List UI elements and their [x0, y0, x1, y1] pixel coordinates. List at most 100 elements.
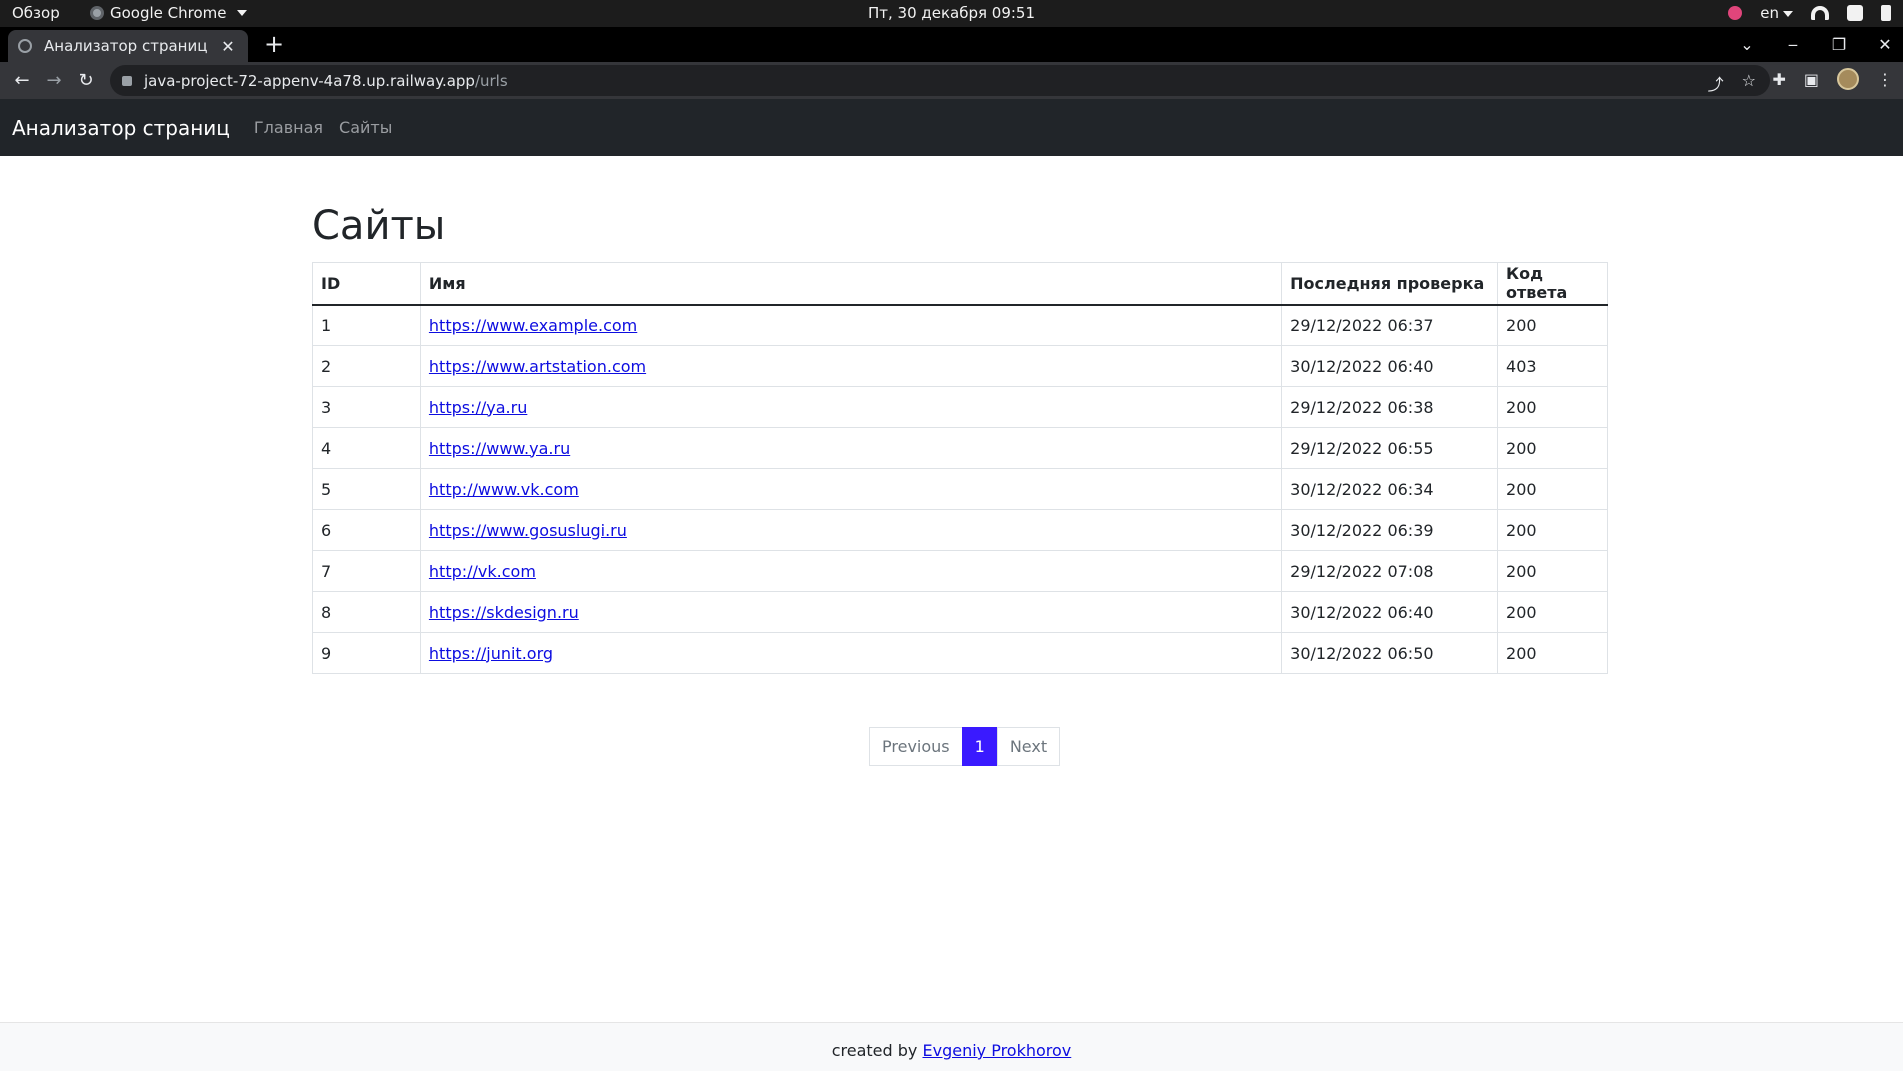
cell-name: https://www.artstation.com [419, 345, 1283, 387]
previous-page-button[interactable]: Previous [869, 727, 963, 766]
header-name: Имя [419, 262, 1283, 306]
cell-name: https://junit.org [419, 632, 1283, 674]
extensions-icon[interactable]: ✚ [1772, 70, 1785, 89]
cell-last-check: 29/12/2022 06:55 [1281, 427, 1499, 469]
cell-id: 8 [312, 591, 421, 633]
cell-id: 1 [312, 304, 421, 346]
cell-name: https://www.ya.ru [419, 427, 1283, 469]
cell-code: 200 [1497, 509, 1608, 551]
cell-id: 9 [312, 632, 421, 674]
brand-link[interactable]: Анализатор страниц [12, 116, 230, 140]
site-link[interactable]: https://www.example.com [429, 316, 637, 335]
reload-button[interactable]: ↻ [70, 70, 102, 91]
cell-name: https://skdesign.ru [419, 591, 1283, 633]
cell-name: https://ya.ru [419, 386, 1283, 428]
side-panel-icon[interactable]: ▣ [1804, 70, 1819, 89]
cell-id: 5 [312, 468, 421, 510]
language-indicator[interactable]: en [1760, 4, 1793, 22]
site-link[interactable]: http://www.vk.com [429, 480, 579, 499]
nav-link-sites[interactable]: Сайты [339, 118, 392, 137]
clock[interactable]: Пт, 30 декабря 09:51 [0, 4, 1903, 22]
cell-id: 2 [312, 345, 421, 387]
cell-code: 200 [1497, 427, 1608, 469]
site-link[interactable]: https://junit.org [429, 644, 553, 663]
cell-name: https://www.example.com [419, 304, 1283, 346]
cell-last-check: 30/12/2022 06:34 [1281, 468, 1499, 510]
back-button[interactable]: ← [6, 70, 38, 91]
cell-id: 4 [312, 427, 421, 469]
pagination: Previous 1 Next [869, 727, 1061, 766]
tab-title: Анализатор страниц [44, 37, 208, 55]
table-row: 3 https://ya.ru 29/12/2022 06:38 200 [312, 386, 1608, 428]
table-row: 4 https://www.ya.ru 29/12/2022 06:55 200 [312, 427, 1608, 469]
cell-last-check: 30/12/2022 06:50 [1281, 632, 1499, 674]
header-id: ID [312, 262, 421, 306]
wifi-icon[interactable] [1811, 6, 1829, 20]
cell-last-check: 29/12/2022 06:37 [1281, 304, 1499, 346]
cell-name: http://vk.com [419, 550, 1283, 592]
system-tray[interactable]: en [1728, 4, 1891, 22]
close-window-button[interactable]: ✕ [1877, 35, 1893, 54]
url-host: java-project-72-appenv-4a78.up.railway.a… [144, 71, 475, 90]
header-last-check: Последняя проверка [1281, 262, 1499, 306]
site-link[interactable]: https://www.artstation.com [429, 357, 646, 376]
footer-prefix: created by [831, 1041, 923, 1060]
cell-code: 403 [1497, 345, 1608, 387]
table-row: 6 https://www.gosuslugi.ru 30/12/2022 06… [312, 509, 1608, 551]
cell-last-check: 30/12/2022 06:40 [1281, 591, 1499, 633]
avatar[interactable] [1837, 68, 1859, 90]
site-link[interactable]: https://skdesign.ru [429, 603, 579, 622]
site-link[interactable]: http://vk.com [429, 562, 536, 581]
cell-code: 200 [1497, 591, 1608, 633]
tab-page-analyzer[interactable]: Анализатор страниц ✕ [8, 30, 248, 62]
table-header-row: ID Имя Последняя проверка Код ответа [312, 262, 1608, 306]
menu-icon[interactable]: ⋮ [1877, 70, 1893, 89]
table-row: 5 http://www.vk.com 30/12/2022 06:34 200 [312, 468, 1608, 510]
sites-table: ID Имя Последняя проверка Код ответа 1 h… [312, 262, 1608, 674]
volume-icon[interactable] [1847, 5, 1863, 21]
page-title: Сайты [312, 203, 446, 249]
site-link[interactable]: https://www.gosuslugi.ru [429, 521, 627, 540]
tab-search-chevron-icon[interactable]: ⌄ [1739, 35, 1755, 54]
cell-id: 7 [312, 550, 421, 592]
globe-icon [18, 39, 32, 53]
language-label: en [1760, 4, 1779, 22]
nav-link-home[interactable]: Главная [254, 118, 323, 137]
notification-icon[interactable] [1728, 6, 1743, 20]
header-response-code: Код ответа [1497, 262, 1608, 306]
cell-last-check: 30/12/2022 06:40 [1281, 345, 1499, 387]
share-icon[interactable]: ⤴ [1708, 71, 1724, 95]
tab-strip: Анализатор страниц ✕ + ⌄ ‒ ❐ ✕ [0, 27, 1903, 62]
battery-icon[interactable] [1881, 5, 1891, 21]
address-bar[interactable]: java-project-72-appenv-4a78.up.railway.a… [110, 65, 1770, 96]
table-row: 1 https://www.example.com 29/12/2022 06:… [312, 304, 1608, 346]
url-path: /urls [474, 71, 508, 90]
lock-icon[interactable] [122, 75, 132, 86]
author-link[interactable]: Evgeniy Prokhorov [922, 1041, 1071, 1060]
cell-id: 3 [312, 386, 421, 428]
page-1-button[interactable]: 1 [961, 727, 998, 766]
new-tab-button[interactable]: + [260, 31, 288, 59]
site-link[interactable]: https://ya.ru [429, 398, 527, 417]
cell-name: https://www.gosuslugi.ru [419, 509, 1283, 551]
cell-last-check: 30/12/2022 06:39 [1281, 509, 1499, 551]
table-row: 9 https://junit.org 30/12/2022 06:50 200 [312, 632, 1608, 674]
toolbar-right: ✚ ▣ ⋮ [1772, 68, 1893, 90]
forward-button[interactable]: → [38, 70, 70, 91]
minimize-button[interactable]: ‒ [1785, 35, 1801, 54]
cell-code: 200 [1497, 304, 1608, 346]
star-icon[interactable]: ☆ [1742, 71, 1756, 95]
next-page-button[interactable]: Next [996, 727, 1061, 766]
cell-name: http://www.vk.com [419, 468, 1283, 510]
main-content: Сайты ID Имя Последняя проверка Код отве… [312, 156, 1608, 674]
site-link[interactable]: https://www.ya.ru [429, 439, 570, 458]
browser-toolbar: ← → ↻ java-project-72-appenv-4a78.up.rai… [0, 62, 1903, 99]
close-icon[interactable]: ✕ [218, 37, 238, 56]
cell-code: 200 [1497, 550, 1608, 592]
maximize-button[interactable]: ❐ [1831, 35, 1847, 54]
site-navbar: Анализатор страниц Главная Сайты [0, 99, 1903, 156]
window-controls: ⌄ ‒ ❐ ✕ [1739, 27, 1903, 62]
clock-text: Пт, 30 декабря 09:51 [867, 4, 1036, 22]
cell-code: 200 [1497, 386, 1608, 428]
os-top-bar: Обзор Google Chrome Пт, 30 декабря 09:51… [0, 0, 1903, 27]
